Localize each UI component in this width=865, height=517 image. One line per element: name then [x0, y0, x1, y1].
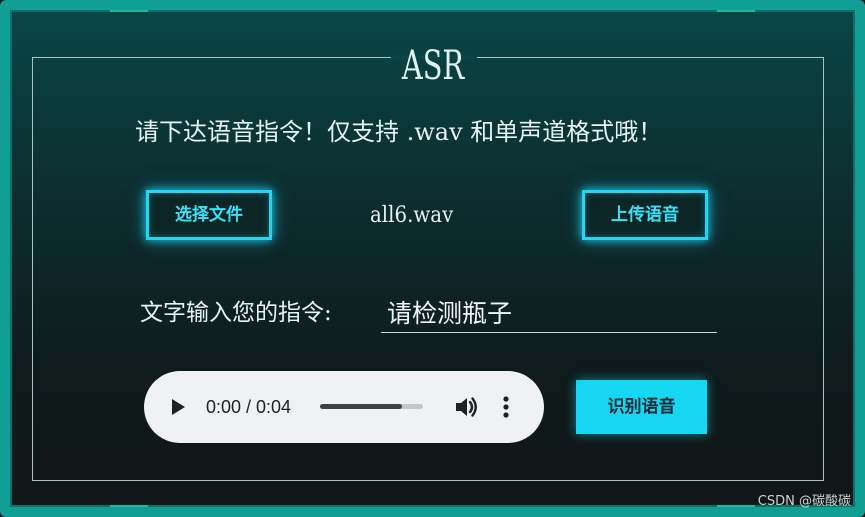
- volume-icon[interactable]: [453, 394, 479, 420]
- choose-file-button[interactable]: 选择文件: [146, 190, 272, 240]
- frame-notch: [110, 10, 148, 12]
- upload-voice-button[interactable]: 上传语音: [582, 190, 708, 240]
- selected-filename: all6.wav: [370, 203, 454, 228]
- audio-player: 0:00 / 0:04: [144, 371, 544, 443]
- frame-notch: [717, 10, 755, 12]
- watermark: CSDN @碳酸碳: [757, 494, 851, 509]
- frame-notch: [110, 505, 148, 507]
- time-display: 0:00 / 0:04: [206, 397, 292, 417]
- frame-notch: [717, 505, 755, 507]
- more-options-icon[interactable]: [499, 394, 513, 420]
- command-input[interactable]: [381, 291, 717, 333]
- recognize-voice-button[interactable]: 识别语音: [576, 380, 707, 434]
- command-label: 文字输入您的指令:: [140, 300, 332, 326]
- app-frame: ASR 请下达语音指令！仅支持 .wav 和单声道格式哦！ 选择文件 all6.…: [0, 0, 865, 517]
- progress-slider[interactable]: [320, 404, 423, 409]
- progress-fill: [320, 404, 403, 409]
- play-icon[interactable]: [168, 397, 188, 417]
- panel-title: ASR: [401, 43, 465, 89]
- instruction-text: 请下达语音指令！仅支持 .wav 和单声道格式哦！: [135, 118, 663, 146]
